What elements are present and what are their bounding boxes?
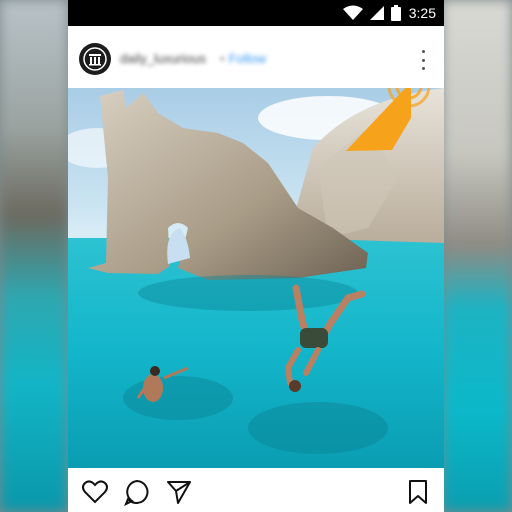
post-action-bar: [68, 470, 444, 512]
wifi-icon: [342, 5, 363, 20]
heart-icon[interactable]: [81, 478, 109, 506]
instagram-post-screen: 3:25 daily_luxurious • Follow: [68, 0, 444, 512]
post-photo[interactable]: [68, 88, 444, 468]
battery-icon: [390, 5, 401, 21]
blurred-background-left: [0, 0, 68, 512]
status-time: 3:25: [408, 5, 436, 21]
post-username[interactable]: daily_luxurious: [120, 51, 206, 66]
follow-link[interactable]: • Follow: [220, 51, 266, 66]
building-logo-icon: [83, 47, 107, 71]
send-icon[interactable]: [165, 478, 193, 506]
follow-separator: •: [220, 51, 225, 66]
comment-icon[interactable]: [123, 478, 151, 506]
signal-icon: [369, 6, 384, 20]
more-vertical-icon[interactable]: [418, 50, 428, 70]
follow-label: Follow: [228, 51, 267, 66]
profile-avatar[interactable]: [79, 43, 111, 75]
post-header: daily_luxurious • Follow: [68, 38, 444, 82]
swipe-gesture-icon: [346, 88, 431, 151]
status-bar: 3:25: [68, 0, 444, 26]
blurred-background-right: [442, 0, 512, 512]
bookmark-icon[interactable]: [404, 478, 432, 506]
